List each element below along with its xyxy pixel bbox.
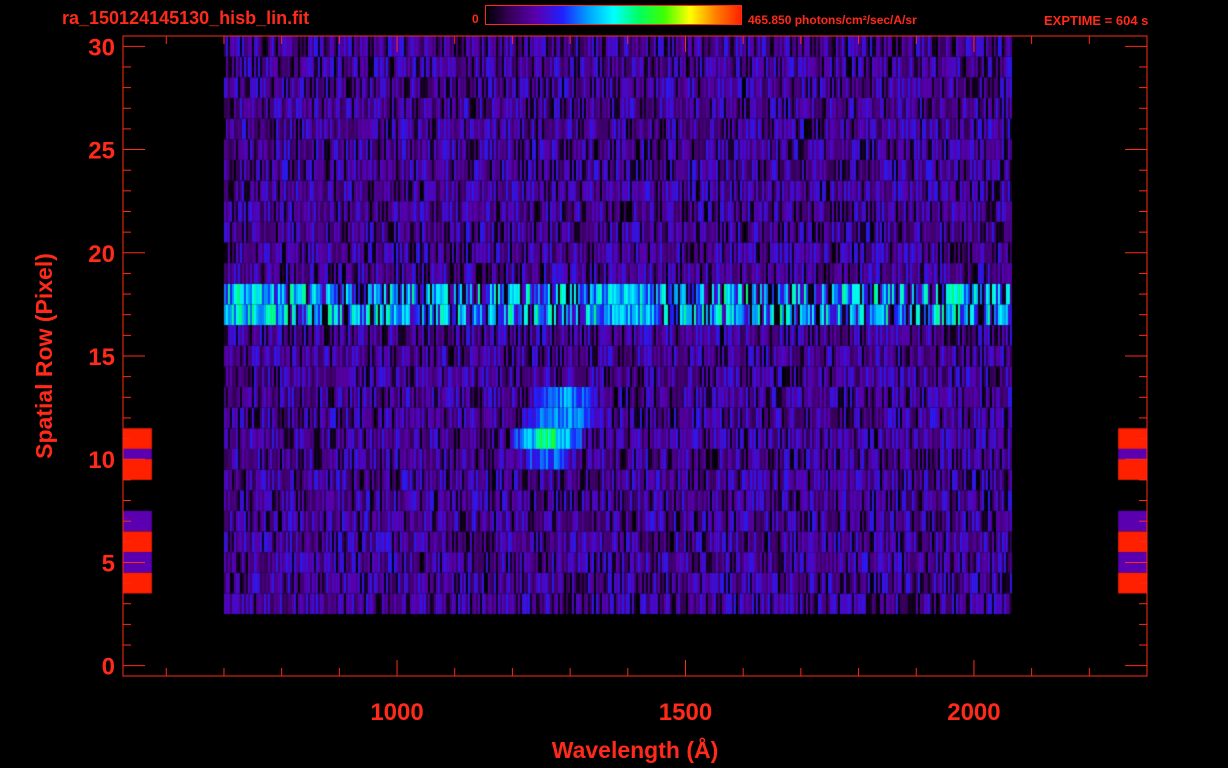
y-tick-label: 25 [88,138,115,165]
x-axis-label: Wavelength (Å) [552,736,719,763]
y-tick-label: 10 [88,447,115,474]
x-tick-label: 1500 [659,699,712,726]
y-axis-label: Spatial Row (Pixel) [31,253,57,459]
y-tick-label: 20 [88,241,115,268]
heatmap-image [123,36,1147,676]
heatmap-raster [123,36,1147,676]
y-tick-label: 15 [88,344,115,371]
y-tick-label: 30 [88,34,115,61]
x-tick-label: 1000 [370,699,423,726]
y-tick-label: 0 [102,654,115,681]
y-tick-label: 5 [102,550,115,577]
x-tick-label: 2000 [947,699,1000,726]
spectral-image-plot: 1000 1500 2000051015202530 Wavelength (Å) … [31,34,1148,763]
